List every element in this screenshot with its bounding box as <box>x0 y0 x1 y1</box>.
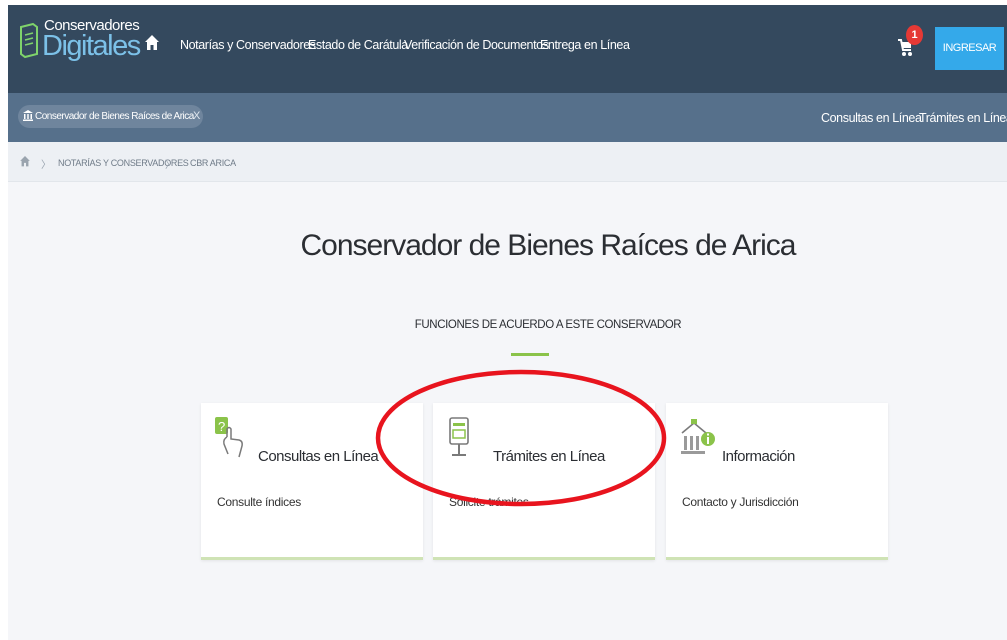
breadcrumb-separator: 〉 <box>41 160 51 171</box>
nav-verificacion-documentos[interactable]: Verificación de Documentos <box>404 38 549 52</box>
secondary-bar: Conservador de Bienes Raíces de Arica X … <box>8 93 1007 142</box>
kiosk-icon <box>449 417 469 456</box>
page-title: Conservador de Bienes Raíces de Arica <box>300 229 797 262</box>
brand-logo[interactable]: Conservadores Digitales <box>18 17 141 69</box>
breadcrumb-separator: 〉 <box>165 160 175 171</box>
nav-notarias-conservadores[interactable]: Notarías y Conservadores <box>180 38 316 52</box>
nav-estado-caratula[interactable]: Estado de Carátula <box>308 38 408 52</box>
breadcrumb: 〉 NOTARÍAS Y CONSERVADORES 〉 CBR ARICA <box>8 142 1007 182</box>
card-tramites-en-linea[interactable]: Trámites en Línea Solicite trámites <box>433 403 655 560</box>
home-icon[interactable] <box>145 35 159 51</box>
card-description: Contacto y Jurisdicción <box>682 495 799 509</box>
home-icon[interactable] <box>20 156 30 167</box>
secnav-consultas-en-linea[interactable]: Consultas en Línea <box>821 111 922 125</box>
card-description: Consulte índices <box>217 495 301 509</box>
brand-name-bottom: Digitales <box>42 30 141 62</box>
card-description: Solicite trámites <box>449 495 529 509</box>
card-informacion[interactable]: Información Contacto y Jurisdicción <box>666 403 888 560</box>
building-info-icon <box>681 419 715 454</box>
touch-search-icon: ? <box>215 417 243 458</box>
app-frame: Conservadores Digitales Notarías y Conse… <box>8 5 1007 640</box>
functions-heading: FUNCIONES DE ACUERDO A ESTE CONSERVADOR <box>414 319 682 331</box>
cart-count-badge: 1 <box>906 25 923 45</box>
card-title: Trámites en Línea <box>493 448 605 465</box>
selected-office-tab[interactable]: Conservador de Bienes Raíces de Arica X <box>18 105 203 128</box>
secnav-tramites-en-linea[interactable]: Trámites en Línea <box>919 111 1007 125</box>
office-tab-label: Conservador de Bienes Raíces de Arica <box>35 111 194 122</box>
login-button[interactable]: INGRESAR <box>935 27 1004 70</box>
heading-underline <box>511 353 549 356</box>
card-title: Consultas en Línea <box>258 448 379 465</box>
breadcrumb-cbr-arica: CBR ARICA <box>190 158 236 168</box>
close-icon[interactable]: X <box>193 110 200 122</box>
top-navbar: Conservadores Digitales Notarías y Conse… <box>8 5 1007 93</box>
document-logo-icon <box>20 23 38 59</box>
nav-entrega-en-linea[interactable]: Entrega en Línea <box>540 38 630 52</box>
svg-text:?: ? <box>218 419 225 434</box>
bank-building-icon <box>23 110 33 121</box>
card-title: Información <box>722 448 795 465</box>
card-consultas-en-linea[interactable]: ? Consultas en Línea Consulte índices <box>201 403 423 560</box>
